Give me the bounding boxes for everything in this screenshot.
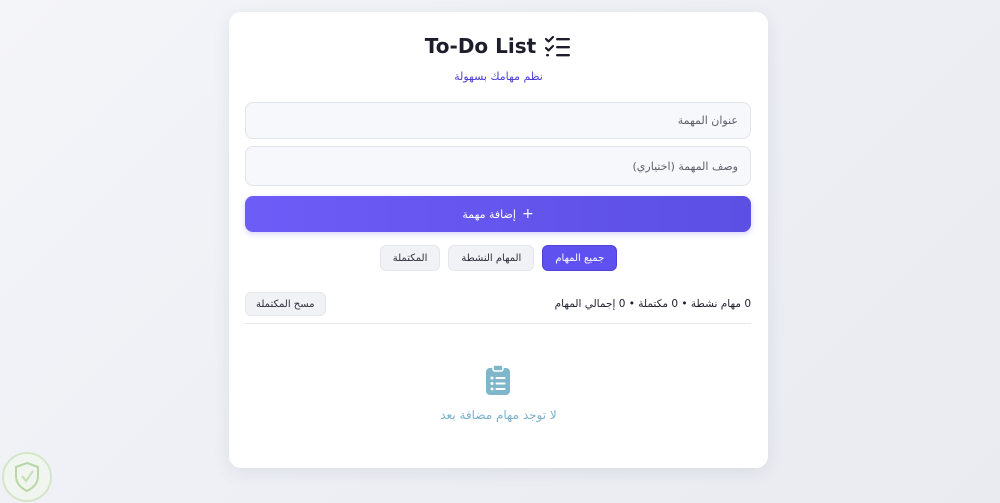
divider — [245, 323, 751, 324]
summary-bar: مسح المكتملة 0 مهام نشطة • 0 مكتملة • 0 … — [245, 292, 751, 316]
filter-completed-button[interactable]: المكتملة — [379, 245, 441, 271]
watermark-shield-logo — [2, 452, 52, 502]
app-subtitle: نظم مهامك بسهولة — [454, 70, 543, 83]
clear-completed-button[interactable]: مسح المكتملة — [245, 292, 326, 316]
add-task-button[interactable]: إضافة مهمة + — [245, 196, 751, 232]
plus-icon: + — [521, 206, 534, 222]
clipboard-list-icon — [486, 364, 510, 395]
filter-all-button[interactable]: جميع المهام — [542, 245, 618, 271]
task-stats: 0 مهام نشطة • 0 مكتملة • 0 إجمالي المهام — [554, 298, 751, 310]
task-description-input[interactable] — [245, 146, 751, 186]
add-task-label: إضافة مهمة — [462, 207, 516, 221]
app-title: To-Do List — [424, 34, 537, 58]
empty-state-message: لا توجد مهام مضافة بعد — [440, 408, 557, 422]
filter-tabs: جميع المهام المهام النشطة المكتملة — [229, 245, 768, 271]
filter-active-button[interactable]: المهام النشطة — [448, 245, 535, 271]
header: To-Do List — [229, 34, 768, 58]
shield-icon — [15, 462, 39, 492]
todo-card: To-Do List نظم مهامك بسهولة إضافة مهمة +… — [229, 12, 768, 468]
checklist-icon — [545, 35, 571, 57]
task-title-input[interactable] — [245, 102, 751, 139]
